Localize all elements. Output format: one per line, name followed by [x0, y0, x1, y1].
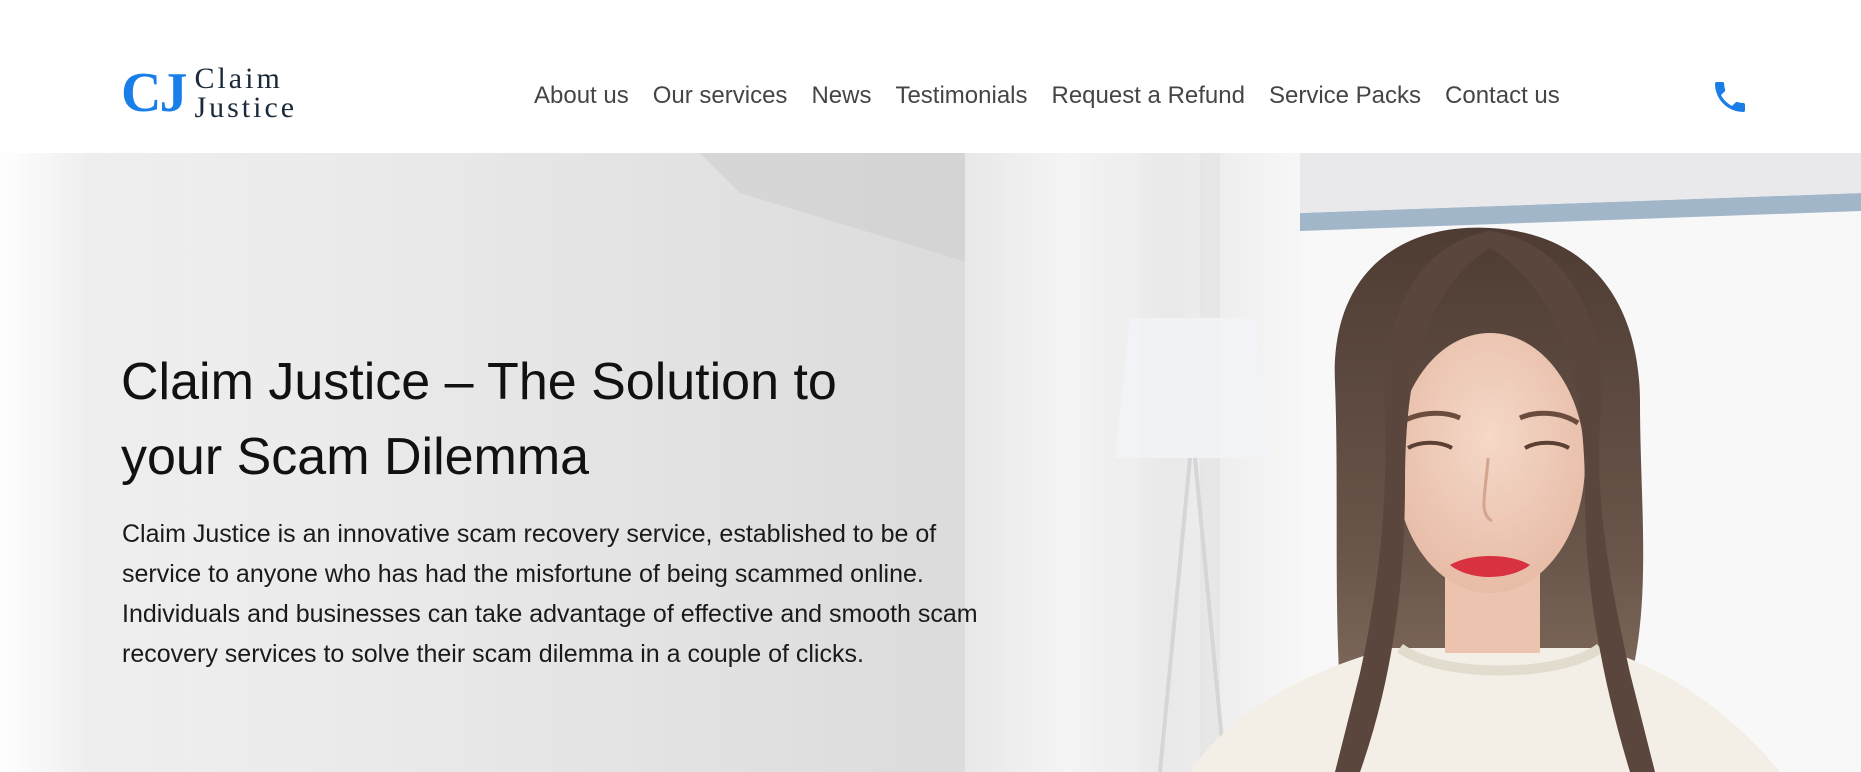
- nav-service-packs[interactable]: Service Packs: [1269, 82, 1421, 110]
- nav-testimonials[interactable]: Testimonials: [895, 82, 1027, 110]
- logo[interactable]: CJ Claim Justice: [121, 60, 297, 126]
- nav-request-refund[interactable]: Request a Refund: [1052, 82, 1245, 110]
- site-header: CJ Claim Justice About us Our services N…: [0, 0, 1861, 153]
- logo-word-justice: Justice: [194, 91, 298, 124]
- nav-about-us[interactable]: About us: [534, 82, 629, 110]
- nav-news[interactable]: News: [811, 82, 871, 110]
- nav-our-services[interactable]: Our services: [653, 82, 788, 110]
- logo-mark: CJ: [121, 62, 187, 124]
- main-nav: About us Our services News Testimonials …: [534, 80, 1560, 112]
- phone-icon[interactable]: [1710, 77, 1750, 117]
- hero-heading: Claim Justice – The Solution to your Sca…: [121, 353, 837, 486]
- hero-section: Claim Justice – The Solution to your Sca…: [0, 153, 1861, 772]
- nav-contact-us[interactable]: Contact us: [1445, 82, 1560, 110]
- hero-description: Claim Justice is an innovative scam reco…: [122, 520, 978, 668]
- logo-wordmark: Claim Justice: [194, 60, 298, 124]
- logo-word-claim: Claim: [194, 62, 283, 95]
- phone-icon-graphic: [1715, 82, 1745, 112]
